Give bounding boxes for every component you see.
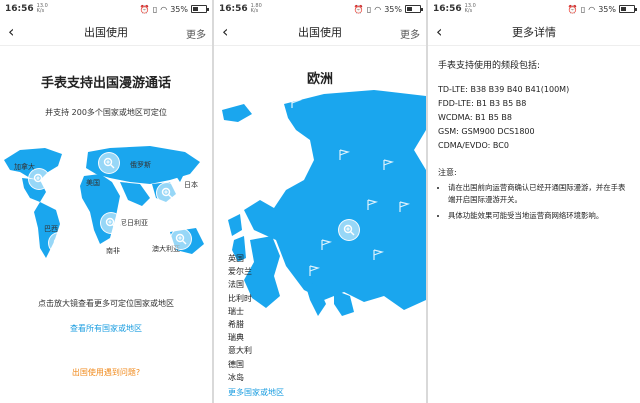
vibrate-icon: ▯ bbox=[152, 4, 158, 14]
battery-percent: 35% bbox=[170, 4, 188, 14]
back-icon[interactable]: ‹ bbox=[8, 22, 14, 41]
battery-icon bbox=[405, 5, 423, 13]
note-item: 具体功能效果可能受当地运营商网络环境影响。 bbox=[448, 210, 630, 222]
screen-roaming-overview: 16:56 13.0 K/s ⏰ ▯ ◠ 35% ‹ 出国使用 更多 手表支持出国… bbox=[0, 0, 212, 403]
screen-more-details: 16:56 13.0 K/s ⏰ ▯ ◠ 35% ‹ 更多详情 手表支持使用的频段… bbox=[428, 0, 640, 403]
zoom-oceania[interactable] bbox=[170, 228, 192, 250]
band-row: TD-LTE: B38 B39 B40 B41(100M) bbox=[438, 85, 570, 94]
list-item: 德国 bbox=[228, 359, 244, 369]
zoom-south-america[interactable] bbox=[48, 232, 70, 254]
note-item: 请在出国前向运营商确认已经开通国际漫游，并在手表端开启国际漫游开关。 bbox=[448, 182, 630, 206]
status-bar: 16:56 13.0 K/s ⏰ ▯ ◠ 35% bbox=[428, 0, 640, 18]
band-row: FDD-LTE: B1 B3 B5 B8 bbox=[438, 99, 527, 108]
band-list: TD-LTE: B38 B39 B40 B41(100M) FDD-LTE: B… bbox=[438, 83, 630, 153]
band-row: CDMA/EVDO: BC0 bbox=[438, 141, 509, 150]
zoom-asia[interactable] bbox=[156, 182, 178, 204]
bands-heading: 手表支持使用的频段包括: bbox=[438, 61, 541, 71]
network-speed: 13.0 K/s bbox=[36, 3, 48, 14]
band-row: WCDMA: B1 B5 B8 bbox=[438, 113, 512, 122]
zoom-europe[interactable] bbox=[98, 152, 120, 174]
network-speed: 1.80 K/s bbox=[250, 3, 262, 14]
zoom-in-icon bbox=[175, 233, 187, 245]
zoom-europe-map[interactable] bbox=[338, 219, 360, 241]
list-item: 冰岛 bbox=[228, 372, 244, 382]
screen-europe-detail: 16:56 1.80 K/s ⏰ ▯ ◠ 35% ‹ 出国使用 更多 欧洲 英国… bbox=[214, 0, 426, 403]
zoom-africa[interactable] bbox=[100, 212, 122, 234]
nav-bar: ‹ 更多详情 bbox=[428, 18, 640, 46]
network-speed: 13.0 K/s bbox=[464, 3, 476, 14]
alarm-icon: ⏰ bbox=[353, 4, 364, 14]
zoom-north-america[interactable] bbox=[28, 168, 50, 190]
more-button[interactable]: 更多 bbox=[186, 26, 206, 41]
status-bar: 16:56 13.0 K/s ⏰ ▯ ◠ 35% bbox=[0, 0, 212, 18]
zoom-in-icon bbox=[161, 187, 173, 199]
region-title: 欧洲 bbox=[306, 72, 333, 87]
battery-percent: 35% bbox=[598, 4, 616, 14]
list-item: 法国 bbox=[228, 280, 244, 290]
list-item: 爱尔兰 bbox=[228, 267, 252, 277]
zoom-in-icon bbox=[105, 217, 117, 229]
list-item: 瑞士 bbox=[228, 306, 244, 316]
band-row: GSM: GSM900 DCS1800 bbox=[438, 127, 535, 136]
roaming-headline: 手表支持出国漫游通话 bbox=[40, 76, 171, 91]
details-body: 手表支持使用的频段包括: TD-LTE: B38 B39 B40 B41(100… bbox=[428, 46, 640, 234]
nav-bar: ‹ 出国使用 更多 bbox=[0, 18, 212, 46]
page-title: 出国使用 bbox=[84, 25, 128, 39]
list-item: 意大利 bbox=[228, 346, 252, 356]
vibrate-icon: ▯ bbox=[366, 4, 372, 14]
zoom-in-icon bbox=[33, 173, 45, 185]
battery-percent: 35% bbox=[384, 4, 402, 14]
back-icon[interactable]: ‹ bbox=[436, 22, 442, 41]
status-time: 16:56 bbox=[219, 4, 248, 14]
list-item: 比利时 bbox=[228, 293, 252, 303]
list-item: 瑞典 bbox=[228, 333, 244, 343]
map-label-russia: 俄罗斯 bbox=[130, 161, 151, 169]
back-icon[interactable]: ‹ bbox=[222, 22, 228, 41]
list-item: 英国 bbox=[228, 254, 244, 263]
page-title: 出国使用 bbox=[298, 25, 342, 39]
view-all-countries-link[interactable]: 查看所有国家或地区 bbox=[0, 323, 212, 334]
note-title: 注意: bbox=[438, 168, 457, 177]
map-label-usa: 美国 bbox=[86, 179, 100, 187]
zoom-in-icon bbox=[53, 237, 65, 249]
vibrate-icon: ▯ bbox=[580, 4, 586, 14]
status-time: 16:56 bbox=[5, 4, 34, 14]
world-map: 加拿大 美国 俄罗斯 日本 巴西 南非 尼日利亚 澳大利亚 bbox=[0, 140, 212, 270]
map-label-nigeria: 尼日利亚 bbox=[120, 219, 148, 227]
roaming-subline: 并支持 200多个国家或地区可定位 bbox=[45, 108, 167, 117]
alarm-icon: ⏰ bbox=[139, 4, 150, 14]
map-label-japan: 日本 bbox=[184, 181, 198, 189]
roaming-problem-link[interactable]: 出国使用遇到问题? bbox=[0, 367, 212, 378]
more-countries-link[interactable]: 更多国家或地区 bbox=[228, 387, 284, 398]
alarm-icon: ⏰ bbox=[567, 4, 578, 14]
status-bar: 16:56 1.80 K/s ⏰ ▯ ◠ 35% bbox=[214, 0, 426, 18]
page-title: 更多详情 bbox=[512, 25, 556, 39]
wifi-icon: ◠ bbox=[160, 4, 168, 14]
wifi-icon: ◠ bbox=[588, 4, 596, 14]
battery-icon bbox=[191, 5, 209, 13]
zoom-hint: 点击放大镜查看更多可定位国家或地区 bbox=[38, 299, 174, 308]
wifi-icon: ◠ bbox=[374, 4, 382, 14]
zoom-in-icon bbox=[343, 224, 355, 236]
more-button[interactable]: 更多 bbox=[400, 26, 420, 41]
map-label-south-africa: 南非 bbox=[106, 247, 120, 255]
zoom-in-icon bbox=[103, 157, 115, 169]
list-item: 希腊 bbox=[228, 320, 244, 330]
note-list: 请在出国前向运营商确认已经开通国际漫游，并在手表端开启国际漫游开关。 具体功能效… bbox=[438, 182, 630, 222]
battery-icon bbox=[619, 5, 637, 13]
country-list: 英国 爱尔兰 法国 比利时 瑞士 希腊 瑞典 意大利 德国 冰岛 bbox=[228, 252, 252, 384]
status-time: 16:56 bbox=[433, 4, 462, 14]
nav-bar: ‹ 出国使用 更多 bbox=[214, 18, 426, 46]
